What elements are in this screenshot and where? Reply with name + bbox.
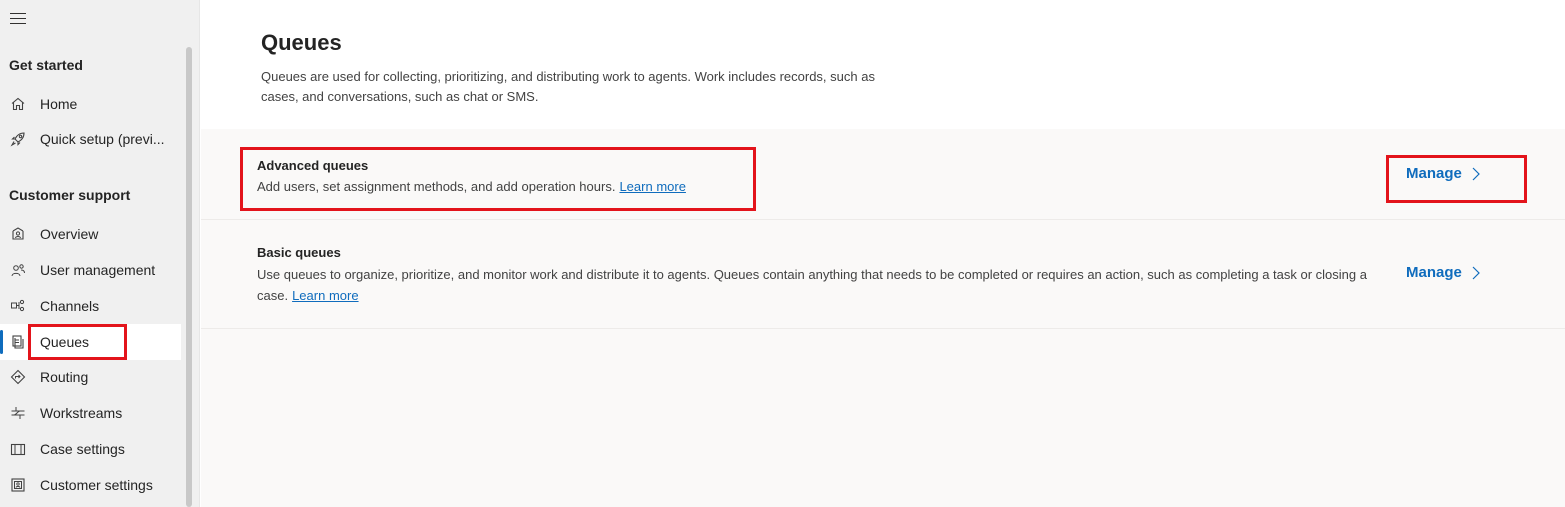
sidebar-item-label: Home [40,96,78,112]
main-content: Queues Queues are used for collecting, p… [201,0,1565,507]
sidebar-item-home[interactable]: Home [0,86,181,122]
channels-icon [9,297,27,315]
sidebar-item-queues[interactable]: Queues [0,324,181,360]
workstreams-icon [9,404,27,422]
section-title-customer-support: Customer support [9,187,131,203]
sidebar-item-label: Channels [40,298,100,314]
card-title: Basic queues [257,245,341,260]
home-icon [9,95,27,113]
left-navigation: Get started Home Quick setup (previ... C… [0,0,200,507]
advanced-queues-card: Advanced queues Add users, set assignmen… [201,129,1565,220]
card-title: Advanced queues [257,158,369,173]
page-description: Queues are used for collecting, prioriti… [261,69,875,104]
routing-icon [9,368,27,386]
sidebar-item-channels[interactable]: Channels [0,288,181,324]
card-description-text: Use queues to organize, prioritize, and … [257,267,1367,303]
sidebar-item-label: Customer settings [40,477,153,493]
manage-advanced-queues-button[interactable]: Manage [1406,165,1481,182]
overview-icon [9,225,27,243]
sidebar-item-user-management[interactable]: User management [0,252,181,288]
chevron-right-icon [1472,167,1480,180]
sidebar-item-label: Queues [40,334,90,350]
customer-settings-icon [9,476,27,494]
sidebar-item-label: Workstreams [40,405,123,421]
rocket-icon [9,130,27,148]
sidebar-item-label: Routing [40,369,89,385]
sidebar-item-label: Overview [40,226,99,242]
sidebar-item-overview[interactable]: Overview [0,216,181,252]
manage-label: Manage [1406,165,1462,182]
sidebar-item-label: User management [40,262,156,278]
sidebar-item-label: Quick setup (previ... [40,131,165,147]
manage-label: Manage [1406,264,1462,281]
sidebar-scrollbar[interactable] [186,47,192,507]
sidebar-item-routing[interactable]: Routing [0,359,181,395]
sidebar-item-quick-setup[interactable]: Quick setup (previ... [0,121,181,157]
sidebar-item-label: Case settings [40,441,125,457]
sidebar-item-workstreams[interactable]: Workstreams [0,395,181,431]
sidebar-item-case-settings[interactable]: Case settings [0,431,181,467]
card-description: Add users, set assignment methods, and a… [257,176,1387,197]
queues-icon [9,333,27,351]
chevron-right-icon [1472,266,1480,279]
section-title-get-started: Get started [9,57,83,73]
card-description-text: Add users, set assignment methods, and a… [257,179,616,194]
basic-queues-card: Basic queues Use queues to organize, pri… [201,221,1565,329]
page-title: Queues [261,30,342,55]
case-settings-icon [9,440,27,458]
learn-more-link[interactable]: Learn more [292,288,358,303]
manage-basic-queues-button[interactable]: Manage [1406,264,1481,281]
sidebar-item-customer-settings[interactable]: Customer settings [0,467,181,503]
learn-more-link[interactable]: Learn more [619,179,685,194]
people-icon [9,261,27,279]
card-description: Use queues to organize, prioritize, and … [257,264,1387,306]
hamburger-menu-icon[interactable] [10,13,26,25]
